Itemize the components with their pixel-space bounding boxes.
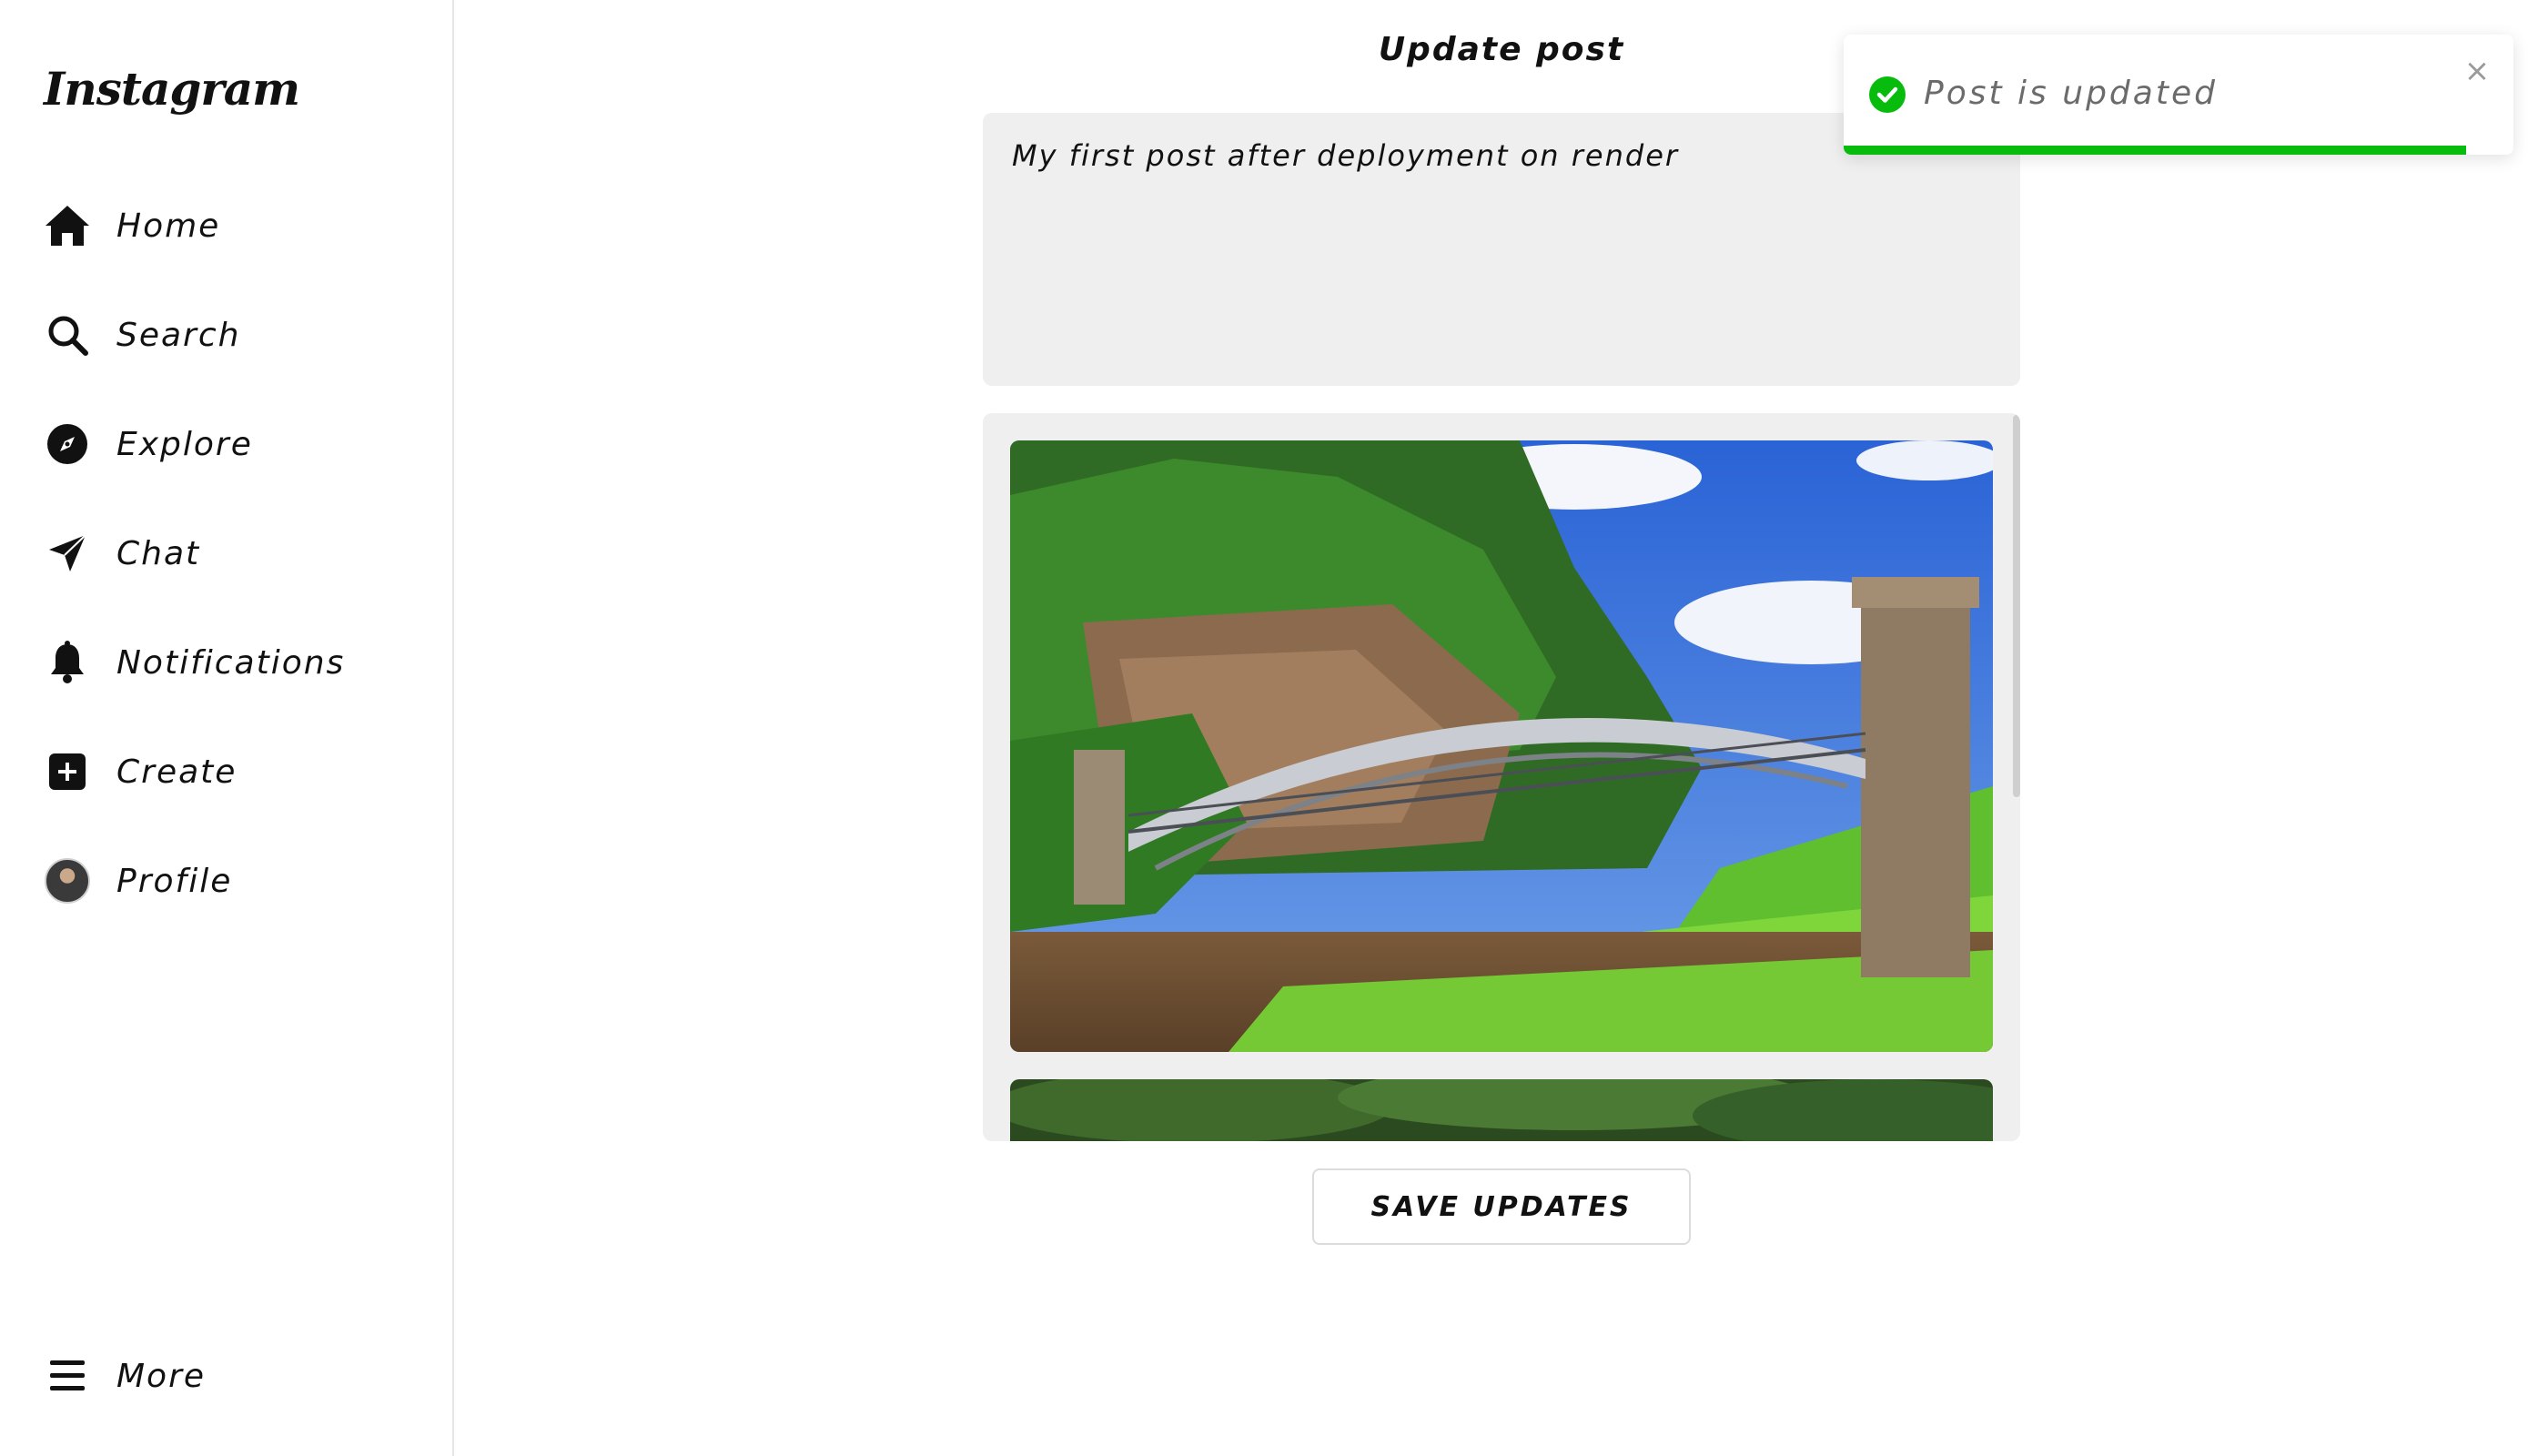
sidebar-item-notifications[interactable]: Notifications xyxy=(44,626,426,699)
sidebar-item-label: Home xyxy=(116,207,221,245)
sidebar-item-explore[interactable]: Explore xyxy=(44,408,426,480)
save-updates-button[interactable]: SAVE UPDATES xyxy=(1312,1168,1691,1245)
sidebar-item-label: Chat xyxy=(116,534,201,572)
home-icon xyxy=(44,202,91,249)
sidebar-item-label: Explore xyxy=(116,425,253,463)
app-root: Instagram Home Search Explore Chat Notif… xyxy=(0,0,2548,1456)
toast-progress-bar xyxy=(1844,146,2467,155)
send-icon xyxy=(44,530,91,577)
toast-notification: Post is updated × xyxy=(1844,35,2513,155)
bell-icon xyxy=(44,639,91,686)
avatar xyxy=(45,858,90,904)
post-image-forest xyxy=(1010,1079,1993,1141)
sidebar-item-create[interactable]: Create xyxy=(44,735,426,808)
check-circle-icon xyxy=(1869,76,1906,113)
search-icon xyxy=(44,311,91,359)
plus-square-icon xyxy=(44,748,91,795)
post-image-bridge xyxy=(1010,440,1993,1052)
sidebar-item-label: Notifications xyxy=(116,643,346,682)
sidebar-item-label: Create xyxy=(116,753,238,791)
sidebar: Instagram Home Search Explore Chat Notif… xyxy=(0,0,454,1456)
close-icon[interactable]: × xyxy=(2459,53,2495,89)
sidebar-item-profile[interactable]: Profile xyxy=(44,844,426,917)
media-scroll-panel[interactable] xyxy=(983,413,2020,1141)
sidebar-item-search[interactable]: Search xyxy=(44,298,426,371)
instagram-logo[interactable]: Instagram xyxy=(44,62,300,116)
avatar-container xyxy=(44,857,91,905)
sidebar-item-label: Profile xyxy=(116,862,233,900)
sidebar-item-label: More xyxy=(116,1357,207,1395)
media-scrollbar[interactable] xyxy=(2013,415,2020,797)
sidebar-item-label: Search xyxy=(116,316,241,354)
toast-message: Post is updated xyxy=(1924,75,2218,112)
compass-icon xyxy=(44,420,91,468)
page-title: Update post xyxy=(1378,31,1625,68)
sidebar-item-more[interactable]: More xyxy=(44,1340,426,1412)
sidebar-item-home[interactable]: Home xyxy=(44,189,426,262)
menu-icon xyxy=(44,1352,91,1400)
sidebar-item-chat[interactable]: Chat xyxy=(44,517,426,590)
